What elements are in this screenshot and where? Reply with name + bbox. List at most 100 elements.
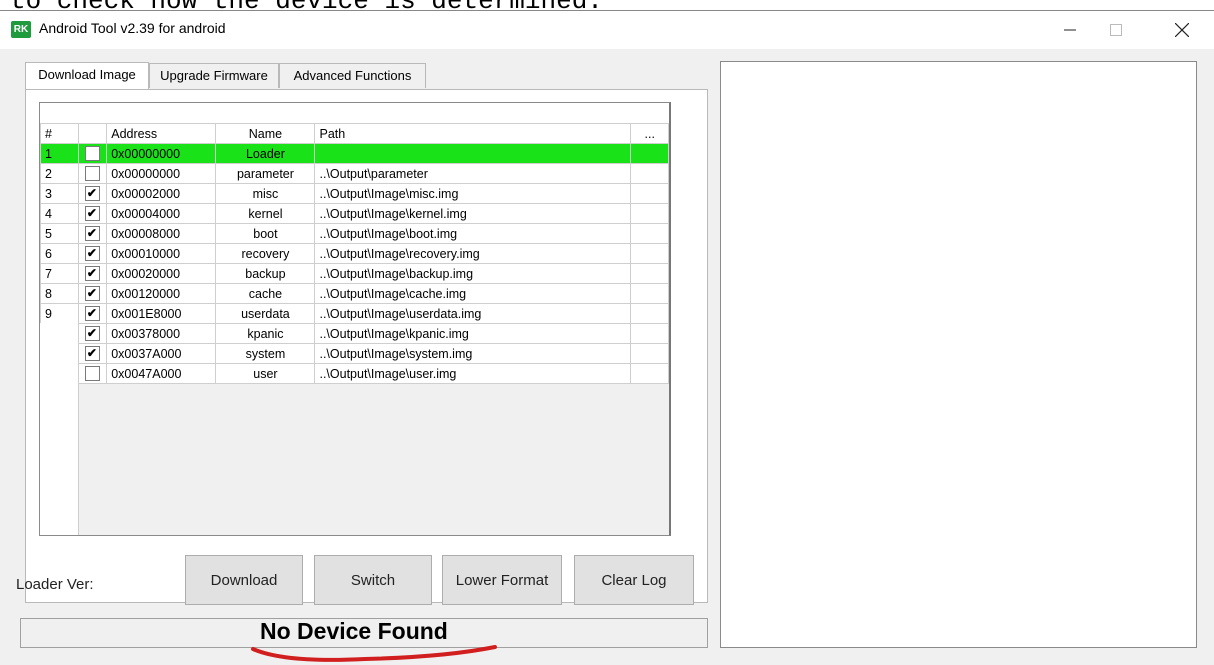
row-address-cell: 0x00000000 <box>106 143 217 164</box>
col-header-address[interactable]: Address <box>106 123 217 144</box>
row-path-cell: ..\Output\Image\userdata.img <box>314 303 632 324</box>
row-checkbox[interactable]: ✔ <box>84 346 100 362</box>
table-row[interactable]: 10✔0x00378000kpanic..\Output\Image\kpani… <box>40 323 669 344</box>
red-underline-annotation <box>251 645 497 662</box>
row-name-cell: kernel <box>215 203 316 224</box>
row-check-cell: ✔ <box>77 343 108 364</box>
row-num-cell: 4 <box>40 203 79 224</box>
checkmark-icon: ✔ <box>86 206 97 221</box>
clear-log-button[interactable]: Clear Log <box>574 555 694 605</box>
table-row[interactable]: 8 ✔ 0x00120000 cache ..\Output\Image\cache.i… <box>40 283 669 304</box>
checkmark-icon: ✔ <box>86 266 97 281</box>
row-address-cell: 0x00000000 <box>106 163 217 184</box>
row-num-cell: 5 <box>40 223 79 244</box>
row-more-cell[interactable] <box>630 363 669 384</box>
table-row[interactable]: 4 ✔ 0x00004000 kernel ..\Output\Image\kernel… <box>40 203 669 224</box>
table-row[interactable]: 11✔0x0037A000system..\Output\Image\syste… <box>40 343 669 364</box>
row-more-cell[interactable] <box>630 243 669 264</box>
row-checkbox[interactable]: ✔ <box>84 286 100 302</box>
row-check-cell: ✔ <box>77 263 108 284</box>
row-more-cell[interactable] <box>630 163 669 184</box>
row-num-cell: 1 <box>40 143 79 164</box>
row-num-cell: 7 <box>40 263 79 284</box>
table-row[interactable]: 7 ✔ 0x00020000 backup ..\Output\Image\backup… <box>40 263 669 284</box>
log-output-panel[interactable] <box>720 61 1197 648</box>
minimize-button[interactable] <box>1047 11 1093 49</box>
row-more-cell[interactable] <box>630 263 669 284</box>
table-row[interactable]: 5 ✔ 0x00008000 boot ..\Output\Image\boot.img <box>40 223 669 244</box>
row-checkbox[interactable]: ✔ <box>84 326 100 342</box>
row-address-cell: 0x00010000 <box>106 243 217 264</box>
table-row[interactable]: 6 ✔ 0x00010000 recovery ..\Output\Image\reco… <box>40 243 669 264</box>
download-button[interactable]: Download <box>185 555 303 605</box>
col-header-num[interactable]: # <box>40 123 79 144</box>
row-num-cell: 9 <box>40 303 79 324</box>
row-check-cell: ✔ <box>77 283 108 304</box>
row-address-cell: 0x00120000 <box>106 283 217 304</box>
row-address-cell: 0x00008000 <box>106 223 217 244</box>
row-num-cell: 6 <box>40 243 79 264</box>
tab-upgrade-firmware[interactable]: Upgrade Firmware <box>149 63 279 88</box>
row-checkbox[interactable] <box>84 166 100 182</box>
col-header-path[interactable]: Path <box>314 123 632 144</box>
row-more-cell[interactable] <box>630 303 669 324</box>
checkmark-icon: ✔ <box>86 346 97 361</box>
row-address-cell: 0x00002000 <box>106 183 217 204</box>
row-more-cell[interactable] <box>630 203 669 224</box>
close-button[interactable] <box>1159 11 1205 49</box>
row-path-cell: ..\Output\Image\system.img <box>314 343 632 364</box>
row-more-cell[interactable] <box>630 283 669 304</box>
col-header-name[interactable]: Name <box>215 123 316 144</box>
table-row[interactable]: 9 ✔ 0x001E8000 userdata ..\Output\Image\user… <box>40 303 669 324</box>
row-more-cell[interactable] <box>630 223 669 244</box>
row-checkbox[interactable]: ✔ <box>84 306 100 322</box>
row-check-cell <box>77 163 108 184</box>
switch-button[interactable]: Switch <box>314 555 432 605</box>
row-more-cell[interactable] <box>630 343 669 364</box>
row-path-cell: ..\Output\Image\misc.img <box>314 183 632 204</box>
app-logo-icon: RK <box>11 21 31 38</box>
row-check-cell: ✔ <box>77 243 108 264</box>
row-name-cell: Loader <box>215 143 316 164</box>
image-list-grid[interactable]: # Address Name Path ... 1 0x00000000 Loade… <box>39 102 671 536</box>
table-row[interactable]: 1 0x00000000 Loader <box>40 143 669 164</box>
row-checkbox[interactable]: ✔ <box>84 206 100 222</box>
row-path-cell: ..\Output\Image\backup.img <box>314 263 632 284</box>
table-row[interactable]: 3 ✔ 0x00002000 misc ..\Output\Image\misc.img <box>40 183 669 204</box>
row-checkbox[interactable]: ✔ <box>84 246 100 262</box>
tab-advanced-functions[interactable]: Advanced Functions <box>279 63 426 88</box>
table-row[interactable]: 120x0047A000user..\Output\Image\user.img <box>40 363 669 384</box>
row-checkbox[interactable]: ✔ <box>84 266 100 282</box>
maximize-button[interactable] <box>1093 11 1139 49</box>
row-more-cell[interactable] <box>630 143 669 164</box>
row-checkbox[interactable] <box>84 366 100 382</box>
tab-download-image[interactable]: Download Image <box>25 62 149 89</box>
row-name-cell: system <box>215 343 316 364</box>
row-checkbox[interactable]: ✔ <box>84 186 100 202</box>
row-check-cell: ✔ <box>77 203 108 224</box>
col-header-more[interactable]: ... <box>630 123 669 144</box>
row-more-cell[interactable] <box>630 183 669 204</box>
row-address-cell: 0x00020000 <box>106 263 217 284</box>
row-check-cell: ✔ <box>77 183 108 204</box>
row-path-cell: ..\Output\Image\user.img <box>314 363 632 384</box>
loader-version-label: Loader Ver: <box>16 576 94 593</box>
row-checkbox[interactable]: ✔ <box>84 226 100 242</box>
lower-format-button[interactable]: Lower Format <box>442 555 562 605</box>
table-row[interactable]: 2 0x00000000 parameter ..\Output\parameter <box>40 163 669 184</box>
row-num-cell: 3 <box>40 183 79 204</box>
row-name-cell: user <box>215 363 316 384</box>
maximize-icon <box>1110 24 1122 36</box>
row-num-cell: 8 <box>40 283 79 304</box>
checkmark-icon: ✔ <box>86 326 97 341</box>
row-checkbox[interactable] <box>84 146 100 162</box>
col-header-check[interactable] <box>77 123 108 144</box>
row-address-cell: 0x00378000 <box>106 323 217 344</box>
row-path-cell: ..\Output\Image\recovery.img <box>314 243 632 264</box>
status-message: No Device Found <box>260 618 448 644</box>
grid-header-strip <box>40 103 669 124</box>
close-icon <box>1175 23 1189 37</box>
row-more-cell[interactable] <box>630 323 669 344</box>
row-num-cell: 2 <box>40 163 79 184</box>
row-check-cell: ✔ <box>77 323 108 344</box>
